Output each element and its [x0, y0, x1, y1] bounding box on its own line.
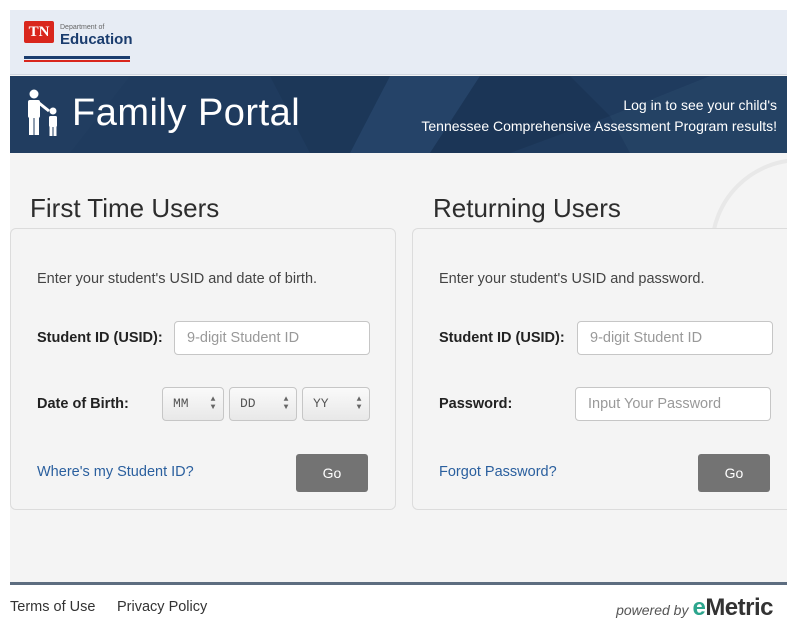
emetric-logo-e: e — [692, 594, 706, 621]
dob-month-value: MM — [173, 396, 189, 411]
banner-message: Log in to see your child's Tennessee Com… — [421, 95, 777, 137]
logo-education-text: Education — [60, 31, 133, 48]
page: TN Department of Education Family Portal… — [10, 10, 787, 629]
returning-users-title: Returning Users — [433, 193, 621, 223]
dob-year-value: YY — [313, 396, 329, 411]
student-id-label: Student ID (USID): — [37, 330, 163, 346]
first-time-go-button[interactable]: Go — [296, 454, 368, 492]
powered-by-text: powered by — [616, 602, 689, 618]
forgot-password-link[interactable]: Forgot Password? — [439, 464, 557, 480]
dob-year-select[interactable]: YY ▲ ▼ — [302, 387, 370, 421]
returning-go-button[interactable]: Go — [698, 454, 770, 492]
select-updown-icon: ▲ ▼ — [356, 395, 362, 412]
date-of-birth-label: Date of Birth: — [37, 396, 129, 412]
first-time-users-title: First Time Users — [30, 193, 220, 223]
emetric-logo-rest: Metric — [705, 594, 773, 621]
where-is-student-id-link[interactable]: Where's my Student ID? — [37, 464, 194, 480]
logo-tn-badge: TN — [24, 21, 54, 43]
privacy-policy-link[interactable]: Privacy Policy — [117, 599, 207, 615]
returning-login-card: Enter your student's USID and password. … — [412, 228, 787, 510]
parent-child-icon — [28, 89, 57, 136]
password-input[interactable]: Input Your Password — [575, 387, 771, 421]
dob-day-value: DD — [240, 396, 256, 411]
top-header: TN Department of Education — [10, 10, 787, 75]
tn-education-logo[interactable]: TN Department of Education — [24, 21, 133, 48]
returning-instructions: Enter your student's USID and password. — [439, 271, 705, 287]
banner-message-line1: Log in to see your child's — [623, 97, 777, 113]
select-updown-icon: ▲ ▼ — [283, 395, 289, 412]
page-title: Family Portal — [72, 92, 301, 134]
footer: Terms of Use Privacy Policy powered by e… — [10, 585, 787, 629]
first-time-login-card: Enter your student's USID and date of bi… — [10, 228, 396, 510]
emetric-logo: eMetric — [692, 594, 773, 622]
family-portal-banner: Family Portal Log in to see your child's… — [10, 76, 787, 153]
logo-underline-red — [24, 60, 130, 62]
dob-month-select[interactable]: MM ▲ ▼ — [162, 387, 224, 421]
password-label: Password: — [439, 396, 513, 412]
logo-underline-blue — [24, 56, 130, 59]
first-time-instructions: Enter your student's USID and date of bi… — [37, 271, 318, 287]
select-updown-icon: ▲ ▼ — [210, 395, 216, 412]
powered-by-emetric[interactable]: powered by eMetric — [616, 594, 773, 622]
dob-day-select[interactable]: DD ▲ ▼ — [229, 387, 297, 421]
terms-of-use-link[interactable]: Terms of Use — [10, 599, 95, 615]
student-id-label: Student ID (USID): — [439, 330, 565, 346]
banner-message-line2: Tennessee Comprehensive Assessment Progr… — [421, 118, 777, 134]
returning-student-id-input[interactable]: 9-digit Student ID — [577, 321, 773, 355]
first-time-student-id-input[interactable]: 9-digit Student ID — [174, 321, 370, 355]
